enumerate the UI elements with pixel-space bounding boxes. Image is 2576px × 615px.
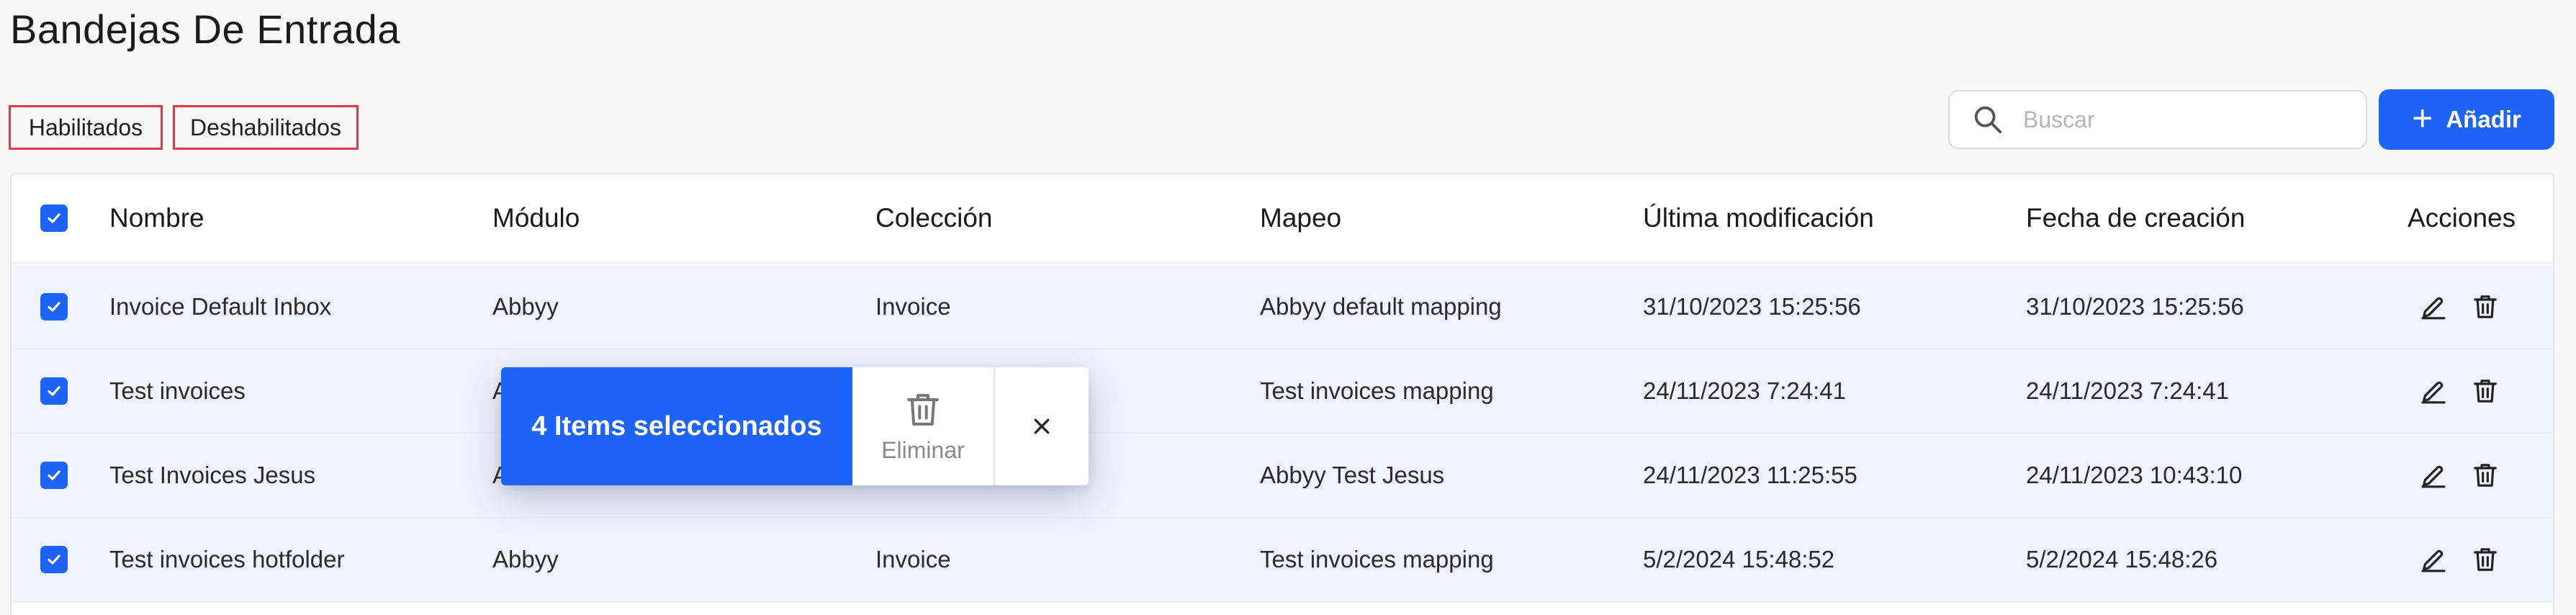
trash-icon[interactable] (2471, 545, 2500, 574)
column-header-acciones: Acciones (2408, 203, 2516, 233)
search-icon (1974, 106, 2002, 134)
check-icon (48, 470, 60, 480)
cell-modulo: Abbyy (492, 293, 559, 320)
cell-mapeo: Test invoices mapping (1260, 546, 1494, 573)
table-row[interactable]: Invoice Default Inbox Abbyy Invoice Abby… (12, 265, 2553, 349)
row-checkbox[interactable] (40, 546, 68, 573)
row-checkbox[interactable] (40, 293, 68, 320)
cell-modulo: Abbyy (492, 546, 559, 573)
row-checkbox[interactable] (40, 377, 68, 405)
search-box[interactable] (1948, 90, 2367, 149)
check-icon (48, 302, 60, 312)
column-header-nombre[interactable]: Nombre (109, 203, 204, 233)
table-row[interactable]: Test invoices A Test invoices mapping 24… (12, 349, 2553, 434)
page-title: Bandejas De Entrada (10, 6, 400, 52)
close-selection-button[interactable] (995, 367, 1089, 485)
cell-mapeo: Test invoices mapping (1260, 377, 1494, 404)
add-button[interactable]: + Añadir (2379, 89, 2554, 150)
cell-fecha-creacion: 5/2/2024 15:48:26 (2026, 546, 2218, 573)
cell-ultima-modificacion: 24/11/2023 11:25:55 (1643, 462, 1857, 488)
cell-fecha-creacion: 24/11/2023 10:43:10 (2026, 462, 2243, 488)
plus-icon: + (2412, 98, 2433, 138)
inboxes-table: Nombre Módulo Colección Mapeo Última mod… (10, 173, 2554, 615)
column-header-fecha-creacion[interactable]: Fecha de creación (2026, 203, 2245, 233)
table-row[interactable]: Test invoices hotfolder Abbyy Invoice Te… (12, 518, 2553, 602)
cell-nombre: Test invoices (109, 377, 246, 404)
select-all-checkbox[interactable] (40, 205, 68, 232)
cell-mapeo: Abbyy Test Jesus (1260, 462, 1445, 488)
edit-icon[interactable] (2419, 292, 2448, 321)
bulk-delete-label: Eliminar (881, 436, 965, 463)
column-header-modulo[interactable]: Módulo (492, 203, 580, 233)
add-button-label: Añadir (2446, 106, 2521, 133)
cell-ultima-modificacion: 5/2/2024 15:48:52 (1643, 546, 1835, 573)
edit-icon[interactable] (2419, 377, 2448, 405)
cell-nombre: Invoice Default Inbox (109, 293, 332, 320)
selected-count-label: 4 Items seleccionados (501, 367, 852, 485)
tab-deshabilitados[interactable]: Deshabilitados (173, 105, 359, 150)
tab-habilitados[interactable]: Habilitados (9, 105, 163, 150)
trash-icon[interactable] (2471, 461, 2500, 490)
trash-icon[interactable] (2471, 377, 2500, 405)
cell-coleccion: Invoice (875, 546, 951, 573)
cell-nombre: Test Invoices Jesus (109, 462, 316, 488)
bulk-selection-bar: 4 Items seleccionados Eliminar (501, 367, 1089, 485)
cell-ultima-modificacion: 24/11/2023 7:24:41 (1643, 377, 1846, 404)
column-header-mapeo[interactable]: Mapeo (1260, 203, 1341, 233)
cell-ultima-modificacion: 31/10/2023 15:25:56 (1643, 293, 1861, 320)
trash-icon[interactable] (2471, 292, 2500, 321)
check-icon (48, 213, 60, 223)
bulk-delete-button[interactable]: Eliminar (852, 367, 995, 485)
edit-icon[interactable] (2419, 461, 2448, 490)
search-input[interactable] (2023, 106, 2340, 133)
cell-coleccion: Invoice (875, 293, 951, 320)
cell-nombre: Test invoices hotfolder (109, 546, 345, 573)
check-icon (48, 555, 60, 565)
column-header-ultima-modificacion[interactable]: Última modificación (1643, 203, 1874, 233)
trash-icon (907, 393, 939, 426)
check-icon (48, 386, 60, 396)
table-header-row: Nombre Módulo Colección Mapeo Última mod… (12, 174, 2553, 264)
close-icon (1034, 418, 1050, 434)
table-row[interactable]: Test Invoices Jesus A Abbyy Test Jesus 2… (12, 434, 2553, 518)
cell-mapeo: Abbyy default mapping (1260, 293, 1502, 320)
cell-fecha-creacion: 24/11/2023 7:24:41 (2026, 377, 2229, 404)
row-checkbox[interactable] (40, 462, 68, 489)
cell-fecha-creacion: 31/10/2023 15:25:56 (2026, 293, 2244, 320)
column-header-coleccion[interactable]: Colección (875, 203, 992, 233)
edit-icon[interactable] (2419, 545, 2448, 574)
